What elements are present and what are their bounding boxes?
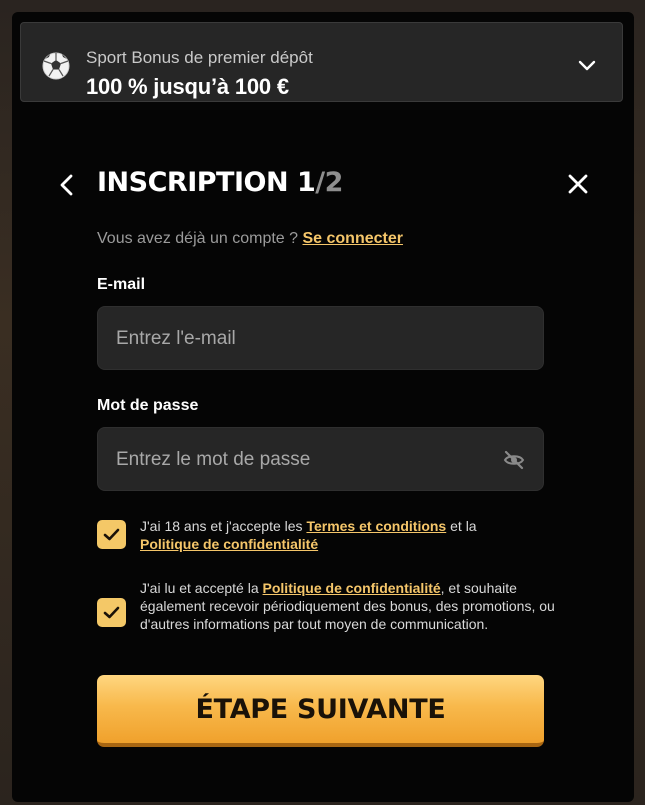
close-icon[interactable] — [566, 172, 590, 196]
next-step-button[interactable]: ÉTAPE SUIVANTE — [97, 675, 544, 747]
email-label: E-mail — [97, 276, 146, 293]
checkmark-icon — [103, 606, 120, 619]
registration-modal: Sport Bonus de premier dépôt 100 % jusqu… — [12, 12, 634, 802]
login-link[interactable]: Se connecter — [302, 230, 402, 247]
password-field-wrapper — [97, 427, 544, 492]
marketing-checkbox[interactable] — [97, 598, 126, 627]
bonus-title: 100 % jusqu’à 100 € — [86, 74, 289, 99]
terms-consent-text: J'ai 18 ans et j'accepte les Termes et c… — [140, 517, 560, 553]
terms-checkbox[interactable] — [97, 520, 126, 549]
consent1-text-b: et la — [446, 518, 477, 534]
email-field-wrapper — [97, 306, 544, 371]
terms-link[interactable]: Termes et conditions — [306, 518, 446, 534]
password-field[interactable] — [98, 428, 498, 492]
page-title: INSCRIPTION 1/2 — [97, 167, 343, 198]
bonus-banner[interactable]: Sport Bonus de premier dépôt 100 % jusqu… — [20, 22, 623, 102]
password-label: Mot de passe — [97, 397, 199, 414]
title-total: /2 — [315, 167, 343, 198]
checkmark-icon — [103, 528, 120, 541]
chevron-down-icon[interactable] — [576, 54, 598, 76]
consent2-text-a: J'ai lu et accepté la — [140, 580, 263, 596]
marketing-consent-text: J'ai lu et accepté la Politique de confi… — [140, 579, 560, 633]
soccer-ball-icon — [42, 52, 70, 80]
bonus-subtitle: Sport Bonus de premier dépôt — [86, 48, 313, 67]
login-prompt-text: Vous avez déjà un compte ? — [97, 230, 299, 247]
back-arrow-icon[interactable] — [56, 172, 78, 198]
privacy-link-2[interactable]: Politique de confidentialité — [263, 580, 441, 596]
consent1-text-a: J'ai 18 ans et j'accepte les — [140, 518, 307, 534]
eye-off-icon[interactable] — [503, 449, 525, 471]
login-prompt: Vous avez déjà un compte ? Se connecter — [97, 230, 403, 248]
title-step: INSCRIPTION 1 — [97, 167, 316, 198]
email-field[interactable] — [98, 307, 498, 371]
privacy-link[interactable]: Politique de confidentialité — [140, 536, 318, 552]
